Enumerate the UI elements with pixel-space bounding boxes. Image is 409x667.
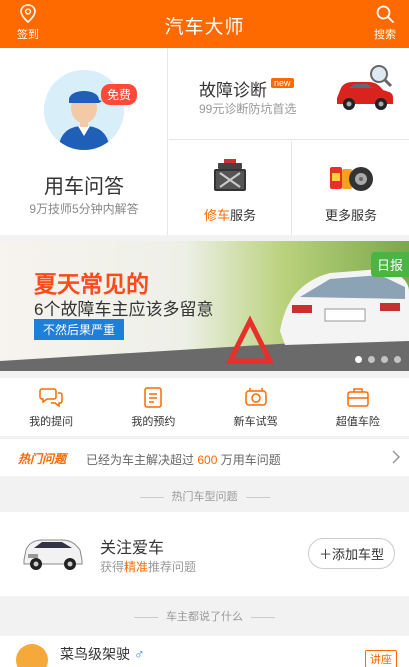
user-name: 菜鸟级架驶 ♂: [60, 646, 145, 662]
diagnosis-subtitle: 99元诊断防坑首选: [199, 102, 297, 116]
app-header: 签到 汽车大师 搜索: [0, 0, 409, 48]
more-services-label: 更多服务: [324, 208, 377, 223]
follow-car-title: 关注爱车: [100, 540, 165, 557]
hot-questions-bar[interactable]: 热门问题 已经为车主解决超过 600 万用车问题: [0, 438, 409, 476]
steering-icon: [244, 388, 267, 406]
repair-service-label: 修车服务: [203, 208, 257, 223]
car-qa-title: 用车问答: [44, 176, 124, 198]
search-label: 搜索: [374, 29, 396, 41]
hot-questions-text: 已经为车主解决超过 600 万用车问题: [86, 453, 281, 467]
owner-post[interactable]: 菜鸟级架驶 ♂ 讲座: [0, 636, 409, 667]
chat-bubbles-icon: [39, 388, 63, 408]
shortcut-label: 新车试驾: [233, 416, 278, 428]
toolbox-icon: [214, 159, 246, 191]
car-qa-card[interactable]: 免费 用车问答 9万技师5分钟内解答: [0, 48, 168, 235]
avatar[interactable]: [16, 644, 48, 667]
carousel-dot[interactable]: [355, 356, 362, 363]
shortcut-label: 超值车险: [335, 416, 380, 428]
my-appointments-shortcut[interactable]: 我的预约: [102, 378, 204, 436]
briefcase-icon: [347, 388, 369, 407]
add-car-model-button[interactable]: ＋添加车型: [307, 538, 395, 569]
carousel-dot[interactable]: [381, 356, 388, 363]
search-icon: [376, 5, 394, 23]
new-badge: new: [271, 78, 294, 88]
clipboard-icon: [144, 387, 163, 408]
owners-section-title: 车主都说了什么: [0, 608, 409, 624]
carousel-dot[interactable]: [368, 356, 375, 363]
shortcut-label: 我的预约: [131, 416, 176, 428]
fault-diagnosis-card[interactable]: 故障诊断 new 99元诊断防坑首选: [169, 48, 409, 140]
more-services-card[interactable]: 更多服务: [293, 141, 409, 235]
car-qa-subtitle: 9万技师5分钟内解答: [29, 202, 139, 216]
suv-image: [23, 539, 83, 570]
banner-tag: 不然后果严重: [34, 319, 125, 340]
post-tag: 讲座: [365, 650, 397, 667]
banner-title: 夏天常见的: [34, 271, 149, 297]
chevron-right-icon: [392, 450, 401, 464]
shortcut-label: 我的提问: [29, 416, 74, 428]
free-badge: 免费: [101, 84, 138, 105]
diagnosis-title: 故障诊断: [199, 81, 267, 100]
shortcut-bar: 我的提问 我的预约 新车试驾 超值车险: [0, 378, 409, 436]
car-insurance-shortcut[interactable]: 超值车险: [307, 378, 409, 436]
follow-car-subtitle: 获得精准推荐问题: [100, 560, 197, 574]
daily-report-tag[interactable]: 日报: [370, 252, 409, 277]
search-button[interactable]: 搜索: [365, 4, 405, 42]
male-icon: ♂: [134, 646, 145, 662]
carousel-dot[interactable]: [394, 356, 401, 363]
app-title: 汽车大师: [164, 17, 245, 38]
service-grid: 免费 用车问答 9万技师5分钟内解答 故障诊断 new 99元诊断防坑首选 修车…: [0, 48, 409, 235]
hot-questions-tag: 热门问题: [18, 452, 67, 466]
carousel-dots: [355, 356, 401, 363]
repair-service-card[interactable]: 修车服务: [169, 141, 292, 235]
hot-models-section-title: 热门车型问题: [0, 488, 409, 504]
tire-oil-icon: [330, 167, 373, 191]
banner-subtitle: 6个故障车主应该多留意: [34, 300, 214, 319]
follow-car-section: 关注爱车 获得精准推荐问题 ＋添加车型: [0, 512, 409, 596]
my-questions-shortcut[interactable]: 我的提问: [0, 378, 102, 436]
red-car-magnifier-icon: [337, 65, 393, 110]
test-drive-shortcut[interactable]: 新车试驾: [205, 378, 307, 436]
promo-banner[interactable]: 夏天常见的 6个故障车主应该多留意 不然后果严重 日报: [0, 241, 409, 371]
technician-avatar: [44, 70, 124, 150]
